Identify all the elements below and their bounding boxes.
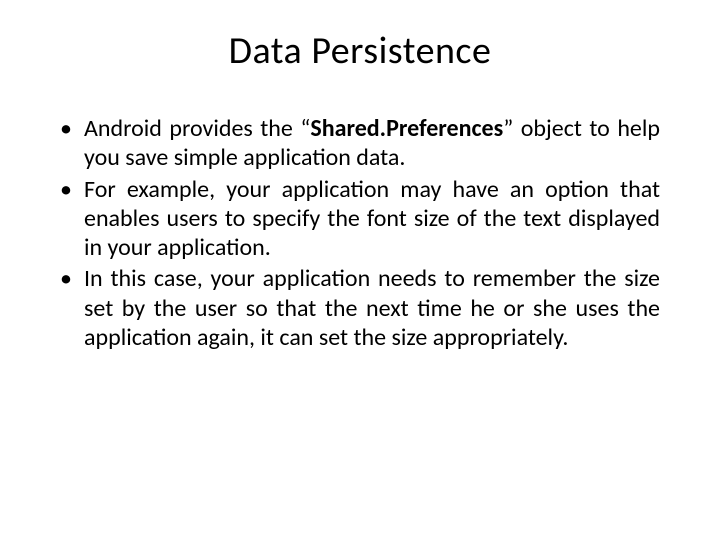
bullet-item: • In this case, your application needs t…: [60, 264, 660, 352]
bullet-item: • Android provides the “Shared.Preferenc…: [60, 114, 660, 173]
bullet-icon: •: [60, 264, 74, 294]
bullet-text: Android provides the “Shared.Preferences…: [84, 114, 660, 173]
bullet-item: • For example, your application may have…: [60, 175, 660, 263]
text-pre: In this case, your application needs to …: [84, 264, 660, 352]
bullet-icon: •: [60, 114, 74, 144]
text-bold: Shared.Preferences: [310, 114, 503, 143]
slide: Data Persistence • Android provides the …: [0, 0, 720, 540]
slide-title: Data Persistence: [50, 28, 670, 74]
bullet-text: In this case, your application needs to …: [84, 264, 660, 352]
slide-content: • Android provides the “Shared.Preferenc…: [50, 114, 670, 352]
text-pre: For example, your application may have a…: [84, 175, 660, 263]
bullet-text: For example, your application may have a…: [84, 175, 660, 263]
text-pre: Android provides the “: [84, 114, 310, 143]
bullet-icon: •: [60, 175, 74, 205]
